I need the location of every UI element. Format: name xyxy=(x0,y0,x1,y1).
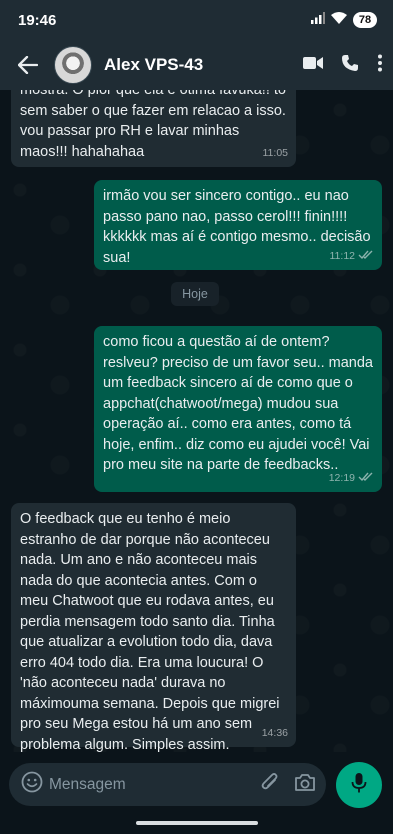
battery-indicator: 78 xyxy=(353,12,377,28)
home-indicator[interactable] xyxy=(136,821,258,825)
status-icons: 78 xyxy=(311,11,377,29)
status-bar: 19:46 78 xyxy=(0,0,393,40)
message-text: O feedback que eu tenho é meio estranho … xyxy=(20,511,280,752)
microphone-icon xyxy=(351,772,367,799)
attach-icon[interactable] xyxy=(260,771,280,798)
message-time: 12:19 xyxy=(328,471,355,484)
message-meta: 11:05 xyxy=(263,143,289,164)
chat-header: Alex VPS-43 xyxy=(0,40,393,90)
signal-icon xyxy=(311,11,325,29)
camera-icon[interactable] xyxy=(294,773,316,797)
message-meta: 11:12 xyxy=(330,246,375,267)
status-time: 19:46 xyxy=(18,11,57,29)
message-meta: 12:19 xyxy=(329,468,374,489)
header-actions xyxy=(303,54,383,77)
message-text: mostra. O pior que ela é ótima favuka!! … xyxy=(20,90,286,160)
message-bubble-outgoing[interactable]: irmão vou ser sincero contigo.. eu nao p… xyxy=(94,180,382,270)
message-input-box[interactable] xyxy=(9,763,326,806)
more-options-icon[interactable] xyxy=(377,54,383,77)
chat-area[interactable]: mostra. O pior que ela é ótima favuka!! … xyxy=(0,90,393,752)
message-time: 14:36 xyxy=(261,726,288,739)
message-bubble-incoming[interactable]: O feedback que eu tenho é meio estranho … xyxy=(11,503,296,752)
message-input[interactable] xyxy=(49,775,260,794)
contact-name[interactable]: Alex VPS-43 xyxy=(104,55,303,75)
back-arrow-icon[interactable] xyxy=(18,52,44,78)
message-bubble-outgoing[interactable]: como ficou a questão aí de ontem? reslve… xyxy=(94,326,382,492)
microphone-button[interactable] xyxy=(336,762,382,808)
message-time: 11:12 xyxy=(329,249,356,262)
video-call-icon[interactable] xyxy=(303,56,323,75)
message-time: 11:05 xyxy=(262,146,289,159)
wifi-icon xyxy=(331,11,347,29)
message-bubble-incoming[interactable]: mostra. O pior que ela é ótima favuka!! … xyxy=(11,90,296,167)
date-separator: Hoje xyxy=(171,282,219,306)
avatar[interactable] xyxy=(54,46,92,84)
emoji-icon[interactable] xyxy=(21,771,43,798)
read-receipt-icon xyxy=(358,468,374,489)
read-receipt-icon xyxy=(358,246,374,267)
message-text: como ficou a questão aí de ontem? reslve… xyxy=(103,334,373,473)
voice-call-icon[interactable] xyxy=(341,54,359,77)
message-meta: 14:36 xyxy=(262,723,288,744)
